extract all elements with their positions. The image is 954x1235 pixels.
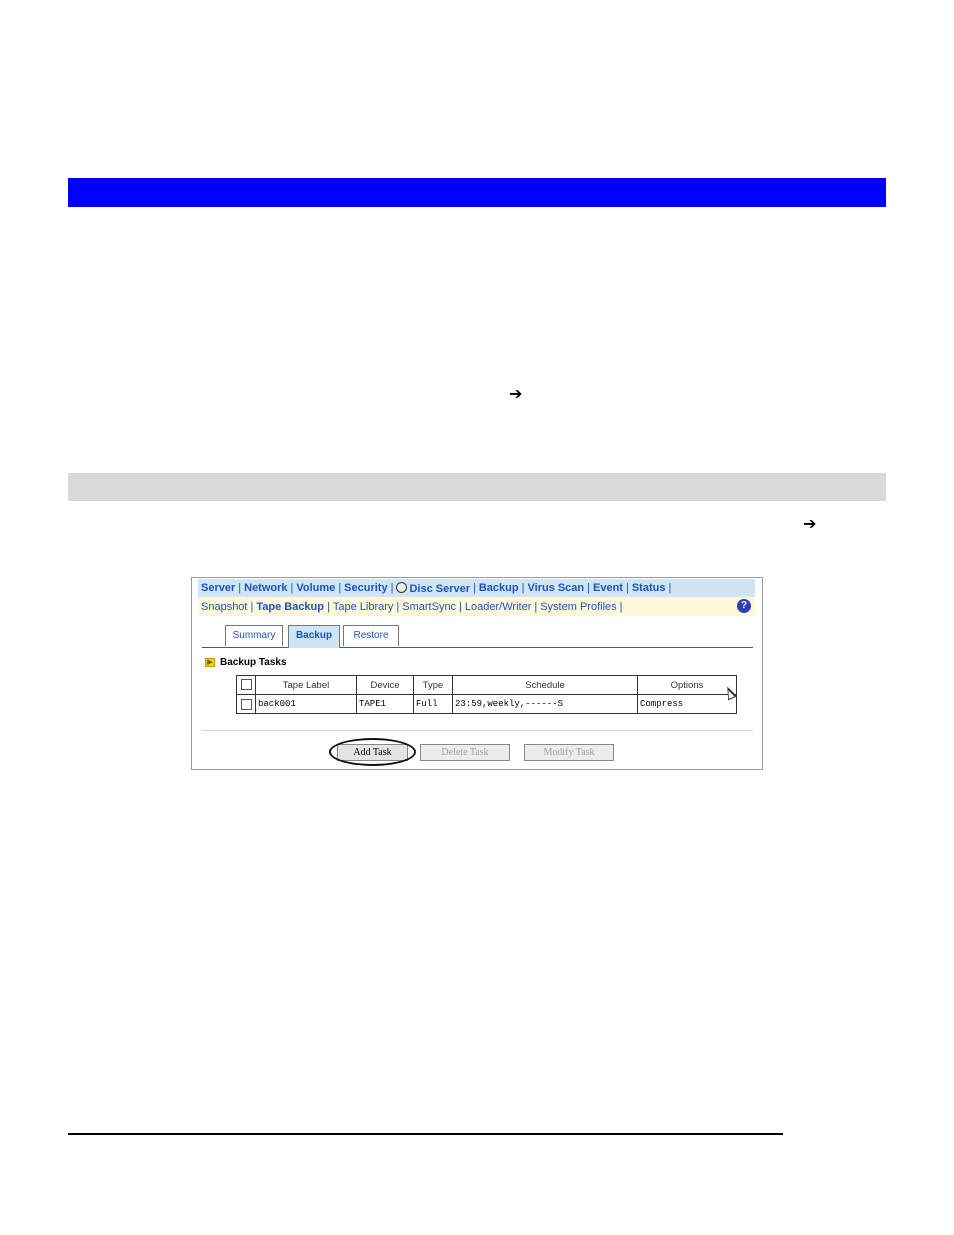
subnav-separator: | xyxy=(619,600,623,613)
col-device: Device xyxy=(356,675,414,695)
table-header-row: Tape Label Device Type Schedule Options xyxy=(236,675,737,695)
arrow-right-icon: ▶ xyxy=(205,658,215,667)
help-icon[interactable]: ? xyxy=(737,599,751,613)
select-all-checkbox[interactable] xyxy=(240,679,252,691)
main-nav: Server | Network | Volume | Security | Disc … xyxy=(198,579,755,597)
footer-rule xyxy=(68,1133,783,1135)
button-divider xyxy=(202,730,753,731)
tab-summary[interactable]: Summary xyxy=(225,625,283,646)
nav-event[interactable]: Event xyxy=(590,582,626,594)
subsection-header-bar xyxy=(68,473,886,501)
nav-disc-server[interactable]: Disc Server xyxy=(393,581,473,595)
sub-nav: Snapshot | Tape Backup | Tape Library | Sma… xyxy=(198,597,755,616)
row-checkbox[interactable] xyxy=(240,698,252,710)
nav-disc-server-label: Disc Server xyxy=(409,582,470,595)
row-select-cell xyxy=(236,694,256,714)
tab-restore[interactable]: Restore xyxy=(343,625,399,646)
subnav-system-profiles[interactable]: System Profiles xyxy=(537,601,619,613)
nav-network[interactable]: Network xyxy=(241,582,290,594)
cell-schedule: 23:59,weekly,------S xyxy=(452,694,638,714)
nav-virus-scan[interactable]: Virus Scan xyxy=(524,582,587,594)
nav-backup[interactable]: Backup xyxy=(476,582,522,594)
subnav-smartsync[interactable]: SmartSync xyxy=(399,601,459,613)
delete-task-button[interactable]: Delete Task xyxy=(420,744,510,761)
nav-separator: | xyxy=(668,582,672,594)
subnav-snapshot[interactable]: Snapshot xyxy=(198,601,250,613)
highlight-circle xyxy=(329,738,416,766)
nav-server[interactable]: Server xyxy=(198,582,238,594)
subnav-tape-backup[interactable]: Tape Backup xyxy=(253,601,327,613)
select-all-cell xyxy=(236,675,256,695)
arrow-right-icon: ➔ xyxy=(803,514,817,533)
nav-volume[interactable]: Volume xyxy=(293,582,338,594)
tab-strip-line xyxy=(202,647,753,648)
modify-task-button[interactable]: Modify Task xyxy=(524,744,614,761)
cell-tape-label: back001 xyxy=(255,694,357,714)
backup-screenshot: Server | Network | Volume | Security | Disc … xyxy=(191,577,763,770)
col-tape-label: Tape Label xyxy=(255,675,357,695)
col-schedule: Schedule xyxy=(452,675,638,695)
backup-tasks-heading: ▶ Backup Tasks xyxy=(205,657,287,668)
globe-icon xyxy=(396,581,408,593)
tab-backup[interactable]: Backup xyxy=(288,625,340,648)
subnav-loader-writer[interactable]: Loader/Writer xyxy=(462,601,534,613)
cell-type: Full xyxy=(413,694,453,714)
backup-tasks-title: Backup Tasks xyxy=(220,657,287,668)
col-type: Type xyxy=(413,675,453,695)
col-options: Options xyxy=(637,675,737,695)
nav-status[interactable]: Status xyxy=(629,582,669,594)
subnav-tape-library[interactable]: Tape Library xyxy=(330,601,397,613)
table-row[interactable]: back001 TAPE1 Full 23:59,weekly,------S … xyxy=(236,694,737,714)
cell-options: Compress xyxy=(637,694,737,714)
nav-security[interactable]: Security xyxy=(341,582,390,594)
cell-device: TAPE1 xyxy=(356,694,414,714)
arrow-right-icon: ➔ xyxy=(509,384,523,403)
backup-tasks-table: Tape Label Device Type Schedule Options … xyxy=(236,675,737,714)
section-header-bar xyxy=(68,178,886,207)
